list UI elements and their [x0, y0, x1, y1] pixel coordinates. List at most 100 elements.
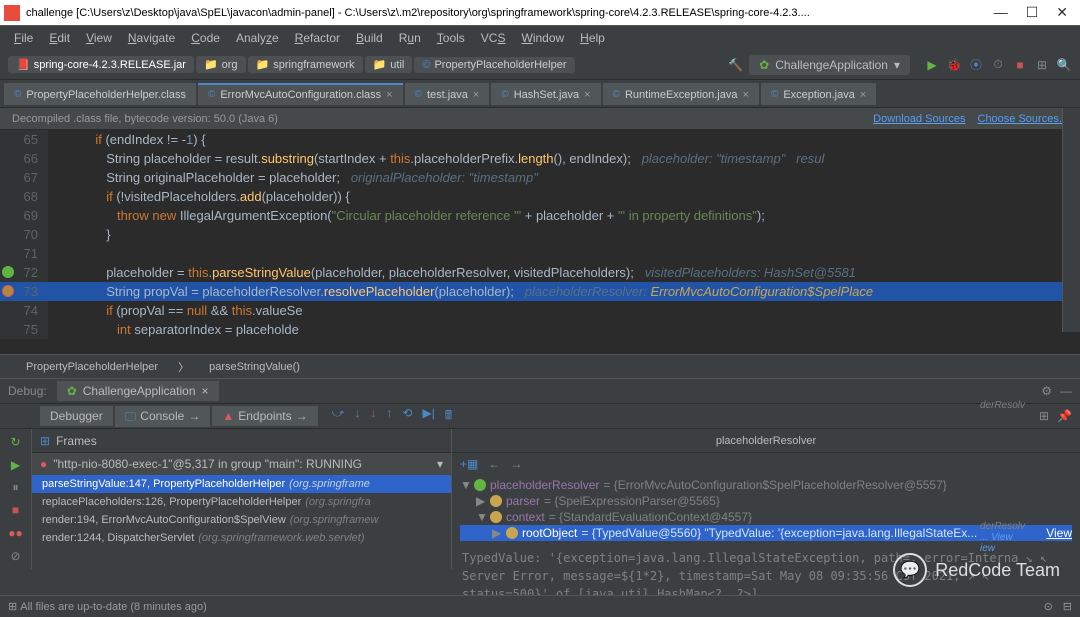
app-icon [4, 5, 20, 21]
stack-frame[interactable]: parseStringValue:147, PropertyPlaceholde… [32, 475, 451, 493]
thread-selector[interactable]: ● "http-nio-8080-exec-1"@5,317 in group … [32, 453, 451, 475]
close-icon[interactable]: × [584, 89, 590, 101]
menu-analyze[interactable]: Analyze [230, 29, 285, 47]
evaluate-icon[interactable]: 🖩 [445, 406, 452, 427]
tab-hashset[interactable]: ©HashSet.java× [491, 83, 600, 105]
menu-help[interactable]: Help [574, 29, 611, 47]
menu-edit[interactable]: Edit [43, 29, 76, 47]
rerun-icon[interactable]: ↻ [8, 435, 24, 450]
menu-build[interactable]: Build [350, 29, 389, 47]
pause-icon[interactable]: ⏸ [8, 480, 24, 495]
stack-frame[interactable]: replacePlaceholders:126, PropertyPlaceho… [32, 493, 451, 511]
stack-frame[interactable]: render:194, ErrorMvcAutoConfiguration$Sp… [32, 511, 451, 529]
step-over-icon[interactable]: ⤻ [332, 406, 345, 427]
back-icon[interactable]: ← [488, 457, 500, 471]
breadcrumb: 📕 spring-core-4.2.3.RELEASE.jar 📁 org 📁 … [8, 56, 728, 73]
choose-sources-link[interactable]: Choose Sources... [978, 113, 1069, 125]
statusbar: ⊞ All files are up-to-date (8 minutes ag… [0, 595, 1080, 617]
editor-tabs: ©PropertyPlaceholderHelper.class ©ErrorM… [0, 80, 1080, 108]
breadcrumb-class[interactable]: © PropertyPlaceholderHelper [414, 57, 574, 73]
wechat-icon: 💬 [893, 553, 927, 587]
tab-exception[interactable]: ©Exception.java× [761, 83, 876, 105]
watermark: 💬 RedCode Team [893, 553, 1060, 587]
debug-session-tab[interactable]: ✿ ChallengeApplication × [57, 381, 219, 401]
menu-code[interactable]: Code [185, 29, 226, 47]
step-out-icon[interactable]: ↑ [386, 406, 392, 427]
coverage-button[interactable]: ⦿ [968, 57, 984, 73]
event-log-icon[interactable]: ⊙ [1044, 600, 1053, 613]
property-icon [490, 495, 502, 507]
app-icon [474, 479, 486, 491]
download-sources-link[interactable]: Download Sources [873, 113, 965, 125]
crumb-class[interactable]: PropertyPlaceholderHelper [20, 361, 164, 373]
force-step-into-icon[interactable]: ↓ [370, 406, 376, 427]
window-title: challenge [C:\Users\z\Desktop\java\SpEL\… [26, 7, 994, 19]
close-icon[interactable]: × [202, 384, 209, 398]
breadcrumb-org[interactable]: 📁 org [196, 56, 246, 73]
status-text: All files are up-to-date (8 minutes ago) [20, 601, 206, 613]
close-icon[interactable]: × [386, 89, 392, 101]
menu-vcs[interactable]: VCS [475, 29, 512, 47]
overflow-text: derResolv derResolv ... View iew [980, 400, 1060, 554]
search-button[interactable]: 🔍 [1056, 57, 1072, 73]
build-icon[interactable]: 🔨 [728, 58, 743, 72]
menu-navigate[interactable]: Navigate [122, 29, 181, 47]
run-button[interactable]: ▶ [924, 57, 940, 73]
menu-run[interactable]: Run [393, 29, 427, 47]
profile-button[interactable]: ⏱ [990, 57, 1006, 73]
mute-breakpoints-icon[interactable]: ⊘ [8, 548, 24, 563]
menu-window[interactable]: Window [515, 29, 570, 47]
chevron-down-icon: ▾ [437, 457, 443, 471]
menu-file[interactable]: File [8, 29, 39, 47]
stack-frame[interactable]: render:1244, DispatcherServlet(org.sprin… [32, 529, 451, 547]
tab-test[interactable]: ©test.java× [405, 83, 490, 105]
close-icon[interactable]: × [860, 89, 866, 101]
banner-text: Decompiled .class file, bytecode version… [12, 113, 278, 125]
stop-icon[interactable]: ■ [8, 503, 24, 518]
minimize-button[interactable]: — [994, 4, 1008, 21]
frames-label: Frames [56, 434, 97, 448]
maximize-button[interactable]: ☐ [1026, 4, 1039, 21]
breakpoints-icon[interactable]: ●● [8, 526, 24, 541]
field-icon [506, 527, 518, 539]
endpoints-tab[interactable]: ▲ Endpoints → [212, 406, 317, 426]
new-watch-icon[interactable]: +▦ [460, 457, 478, 471]
tab-errormvcautoconfiguration[interactable]: ©ErrorMvcAutoConfiguration.class× [198, 83, 403, 105]
debug-button[interactable]: 🐞 [946, 57, 962, 73]
resume-icon[interactable]: ▶ [8, 458, 24, 473]
close-icon[interactable]: × [743, 89, 749, 101]
menu-view[interactable]: View [80, 29, 118, 47]
editor-scrollbar[interactable] [1062, 108, 1080, 332]
run-to-cursor-icon[interactable]: ▶| [422, 406, 434, 427]
tab-runtimeexception[interactable]: ©RuntimeException.java× [603, 83, 759, 105]
minimize-icon[interactable]: — [1060, 384, 1072, 398]
run-config-dropdown[interactable]: ✿ ChallengeApplication ▾ [749, 55, 910, 75]
menubar: File Edit View Navigate Code Analyze Ref… [0, 26, 1080, 50]
layout-button[interactable]: ⊞ [1034, 57, 1050, 73]
breadcrumb-util[interactable]: 📁 util [365, 56, 413, 73]
menu-refactor[interactable]: Refactor [289, 29, 346, 47]
debug-label: Debug: [8, 384, 47, 398]
step-into-icon[interactable]: ↓ [354, 406, 360, 427]
code-editor[interactable]: 65 if (endIndex != -1) {66 String placeh… [0, 130, 1080, 354]
forward-icon[interactable]: → [510, 457, 522, 471]
tab-propertyplaceholderhelper[interactable]: ©PropertyPlaceholderHelper.class [4, 83, 196, 105]
menu-tools[interactable]: Tools [431, 29, 471, 47]
memory-icon[interactable]: ⊟ [1063, 600, 1072, 613]
status-icon: ⊞ [8, 600, 17, 613]
spring-icon: ✿ [67, 384, 77, 398]
toolbar: 📕 spring-core-4.2.3.RELEASE.jar 📁 org 📁 … [0, 50, 1080, 80]
property-icon [490, 511, 502, 523]
crumb-sep: 〉 [172, 359, 195, 375]
close-button[interactable]: ✕ [1056, 4, 1068, 21]
thread-icon: ● [40, 457, 47, 471]
close-icon[interactable]: × [473, 89, 479, 101]
stop-button[interactable]: ■ [1012, 57, 1028, 73]
crumb-method[interactable]: parseStringValue() [203, 361, 306, 373]
debugger-tab[interactable]: Debugger [40, 406, 113, 426]
breadcrumb-springframework[interactable]: 📁 springframework [248, 56, 363, 73]
drop-frame-icon[interactable]: ⟲ [402, 406, 412, 427]
breadcrumb-jar[interactable]: 📕 spring-core-4.2.3.RELEASE.jar [8, 56, 194, 73]
settings-icon[interactable]: ⚙ [1041, 384, 1052, 398]
console-tab[interactable]: 🖵 Console → [115, 406, 211, 427]
